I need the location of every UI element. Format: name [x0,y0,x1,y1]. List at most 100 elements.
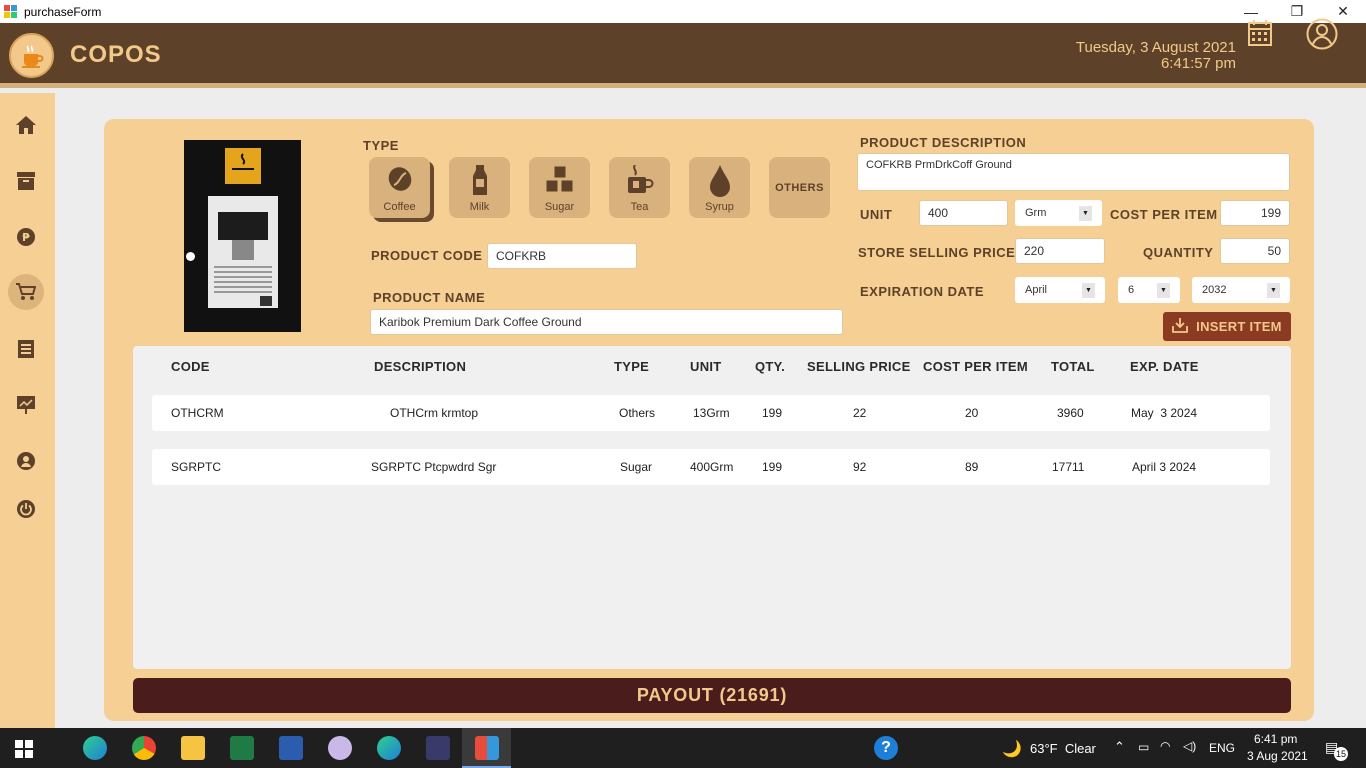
cell-unit: 400Grm [690,460,734,474]
type-tea-button[interactable]: Tea [609,157,670,218]
file-explorer-icon[interactable] [181,736,205,760]
exp-day-select[interactable]: 6 ▼ [1118,277,1180,303]
cell-description: SGRPTC Ptcpwdrd Sgr [371,460,497,474]
sidebar-inventory-icon[interactable] [8,163,44,199]
type-syrup-button[interactable]: Syrup [689,157,750,218]
type-others-button[interactable]: OTHERS [769,157,830,218]
syrup-drop-icon [708,165,732,200]
image-handle[interactable] [186,252,195,261]
cell-code: OTHCRM [171,406,224,420]
col-header-description: DESCRIPTION [374,359,467,374]
language-indicator[interactable]: ENG [1209,741,1235,755]
product-name-input[interactable]: Karibok Premium Dark Coffee Ground [370,309,843,335]
type-label: TYPE [363,138,399,153]
tea-cup-icon [625,164,655,200]
edge-dev-icon[interactable] [377,736,401,760]
table-row[interactable]: OTHCRM OTHCrm krmtop Others 13Grm 199 22… [152,395,1270,431]
header-date: Tuesday, 3 August 2021 [1075,39,1236,56]
description-label: PRODUCT DESCRIPTION [860,135,1027,150]
chrome-icon[interactable] [132,736,156,760]
description-input[interactable]: COFKRB PrmDrkCoff Ground [857,153,1290,191]
coffee-bean-icon [386,165,414,196]
insert-item-button[interactable]: INSERT ITEM [1163,312,1291,341]
type-others-label: OTHERS [775,181,824,194]
selling-price-label: STORE SELLING PRICE [858,245,1016,260]
cell-cost: 89 [965,460,979,474]
windows-start-icon[interactable] [15,740,33,763]
product-code-input[interactable]: COFKRB [487,243,637,269]
calendar-icon[interactable] [1248,20,1272,46]
notification-badge: 15 [1334,747,1348,761]
sidebar-cart-icon[interactable] [8,274,44,310]
cell-exp: May 3 2024 [1131,406,1198,420]
col-header-code: CODE [171,359,210,374]
speaker-icon[interactable]: ◁) [1183,739,1196,753]
help-icon[interactable]: ? [874,736,898,760]
word-icon[interactable] [279,736,303,760]
unit-input[interactable]: 400 [919,200,1008,226]
col-header-cost-per-item: COST PER ITEM [923,359,1029,374]
cell-total: 3960 [1057,406,1084,420]
quantity-label: QUANTITY [1143,245,1214,260]
unit-type-value: Grm [1025,207,1047,219]
sidebar-power-icon[interactable] [8,491,44,527]
visual-studio-icon[interactable] [426,736,450,760]
sidebar-report-icon[interactable] [8,387,44,423]
cell-code: SGRPTC [171,460,222,474]
taskbar: ? 🌙 63°F Clear ⌃ ▭ ◠ ◁) ENG 6:41 pm 3 Au… [0,728,1366,768]
type-sugar-button[interactable]: Sugar [529,157,590,218]
taskbar-date[interactable]: 3 Aug 2021 [1247,749,1308,763]
sidebar: ₱ [0,93,55,728]
battery-icon[interactable]: ▭ [1138,740,1149,754]
cell-cost: 20 [965,406,979,420]
col-header-qty: QTY. [755,359,786,374]
download-icon [1172,317,1189,336]
cell-type: Others [619,406,656,420]
app-icon [4,4,18,19]
excel-icon[interactable] [230,736,254,760]
type-milk-label: Milk [469,201,490,213]
chevron-down-icon: ▼ [1157,282,1170,298]
table-row[interactable]: SGRPTC SGRPTC Ptcpwdrd Sgr Sugar 400Grm … [152,449,1270,485]
exp-year-value: 2032 [1202,284,1227,296]
cost-label: COST PER ITEM [1110,207,1218,222]
unit-type-select[interactable]: Grm ▼ [1015,200,1102,226]
datetime-display: Tuesday, 3 August 2021 6:41:57 pm [1076,40,1236,72]
exp-month-select[interactable]: April ▼ [1015,277,1105,303]
chevron-down-icon: ▼ [1082,282,1095,298]
window-title: purchaseForm [24,4,102,19]
edge-icon[interactable] [83,736,107,760]
chevron-up-icon[interactable]: ⌃ [1114,739,1125,755]
paint-icon[interactable] [328,736,352,760]
moon-icon: 🌙 [1002,741,1022,758]
payout-button[interactable]: PAYOUT (21691) [133,678,1291,713]
sidebar-list-icon[interactable] [8,331,44,367]
quantity-input[interactable]: 50 [1220,238,1290,264]
col-header-total: TOTAL [1051,359,1095,374]
cell-unit: 13Grm [693,406,730,420]
cell-description: OTHCrm krmtop [390,406,478,420]
type-coffee-button[interactable]: Coffee [369,157,430,218]
exp-year-select[interactable]: 2032 ▼ [1192,277,1290,303]
product-name-label: PRODUCT NAME [373,290,486,305]
wifi-icon[interactable]: ◠ [1160,739,1170,753]
cell-selling: 92 [853,460,867,474]
purchase-app-icon [475,736,499,760]
coffee-logo-icon [9,33,54,78]
weather-text[interactable]: 63°F Clear [1030,741,1096,756]
selling-price-input[interactable]: 220 [1015,238,1105,264]
header-time: 6:41:57 pm [1160,55,1236,72]
type-coffee-label: Coffee [383,201,416,213]
product-image [184,140,301,332]
active-app-tab[interactable] [462,728,511,768]
sidebar-account-icon[interactable] [8,443,44,479]
insert-item-label: INSERT ITEM [1196,319,1282,334]
user-profile-icon[interactable] [1306,18,1338,50]
sidebar-currency-icon[interactable]: ₱ [8,219,44,255]
cost-input[interactable]: 199 [1220,200,1290,226]
type-milk-button[interactable]: Milk [449,157,510,218]
cell-qty: 199 [762,460,783,474]
col-header-selling-price: SELLING PRICE [807,359,911,374]
taskbar-time[interactable]: 6:41 pm [1254,732,1297,746]
sidebar-home-icon[interactable] [8,107,44,143]
